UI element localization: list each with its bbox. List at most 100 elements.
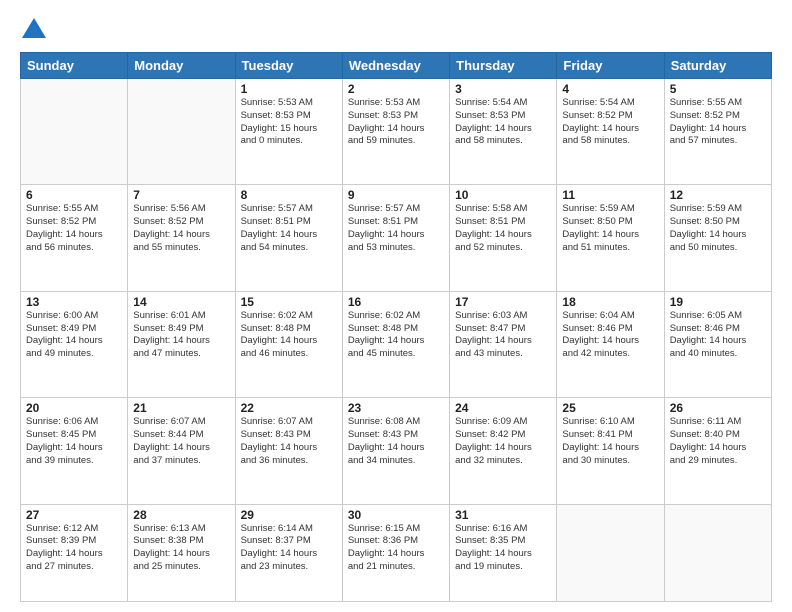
calendar-cell: 8Sunrise: 5:57 AM Sunset: 8:51 PM Daylig… (235, 185, 342, 291)
page: SundayMondayTuesdayWednesdayThursdayFrid… (0, 0, 792, 612)
day-info: Sunrise: 6:03 AM Sunset: 8:47 PM Dayligh… (455, 310, 551, 361)
day-info: Sunrise: 6:05 AM Sunset: 8:46 PM Dayligh… (670, 310, 766, 361)
weekday-header-saturday: Saturday (664, 53, 771, 79)
day-info: Sunrise: 6:02 AM Sunset: 8:48 PM Dayligh… (348, 310, 444, 361)
day-number: 24 (455, 401, 551, 415)
logo-icon (20, 16, 48, 44)
day-number: 8 (241, 188, 337, 202)
day-info: Sunrise: 6:10 AM Sunset: 8:41 PM Dayligh… (562, 416, 658, 467)
day-info: Sunrise: 5:56 AM Sunset: 8:52 PM Dayligh… (133, 203, 229, 254)
day-info: Sunrise: 6:16 AM Sunset: 8:35 PM Dayligh… (455, 523, 551, 574)
logo (20, 16, 52, 44)
day-number: 11 (562, 188, 658, 202)
day-number: 10 (455, 188, 551, 202)
day-info: Sunrise: 5:53 AM Sunset: 8:53 PM Dayligh… (348, 97, 444, 148)
day-number: 30 (348, 508, 444, 522)
day-info: Sunrise: 6:04 AM Sunset: 8:46 PM Dayligh… (562, 310, 658, 361)
calendar-cell: 16Sunrise: 6:02 AM Sunset: 8:48 PM Dayli… (342, 291, 449, 397)
day-info: Sunrise: 5:57 AM Sunset: 8:51 PM Dayligh… (348, 203, 444, 254)
weekday-header-friday: Friday (557, 53, 664, 79)
day-number: 23 (348, 401, 444, 415)
day-number: 2 (348, 82, 444, 96)
calendar-cell (664, 504, 771, 601)
calendar-cell: 29Sunrise: 6:14 AM Sunset: 8:37 PM Dayli… (235, 504, 342, 601)
day-info: Sunrise: 6:08 AM Sunset: 8:43 PM Dayligh… (348, 416, 444, 467)
day-info: Sunrise: 5:58 AM Sunset: 8:51 PM Dayligh… (455, 203, 551, 254)
day-info: Sunrise: 6:14 AM Sunset: 8:37 PM Dayligh… (241, 523, 337, 574)
calendar-cell: 10Sunrise: 5:58 AM Sunset: 8:51 PM Dayli… (450, 185, 557, 291)
calendar-cell: 9Sunrise: 5:57 AM Sunset: 8:51 PM Daylig… (342, 185, 449, 291)
day-number: 14 (133, 295, 229, 309)
calendar-cell: 7Sunrise: 5:56 AM Sunset: 8:52 PM Daylig… (128, 185, 235, 291)
calendar-cell: 14Sunrise: 6:01 AM Sunset: 8:49 PM Dayli… (128, 291, 235, 397)
day-info: Sunrise: 5:53 AM Sunset: 8:53 PM Dayligh… (241, 97, 337, 148)
weekday-header-row: SundayMondayTuesdayWednesdayThursdayFrid… (21, 53, 772, 79)
day-info: Sunrise: 5:54 AM Sunset: 8:52 PM Dayligh… (562, 97, 658, 148)
calendar-cell: 28Sunrise: 6:13 AM Sunset: 8:38 PM Dayli… (128, 504, 235, 601)
day-info: Sunrise: 6:09 AM Sunset: 8:42 PM Dayligh… (455, 416, 551, 467)
day-info: Sunrise: 5:57 AM Sunset: 8:51 PM Dayligh… (241, 203, 337, 254)
day-info: Sunrise: 6:06 AM Sunset: 8:45 PM Dayligh… (26, 416, 122, 467)
day-number: 15 (241, 295, 337, 309)
calendar-cell: 6Sunrise: 5:55 AM Sunset: 8:52 PM Daylig… (21, 185, 128, 291)
day-info: Sunrise: 6:15 AM Sunset: 8:36 PM Dayligh… (348, 523, 444, 574)
day-info: Sunrise: 5:55 AM Sunset: 8:52 PM Dayligh… (26, 203, 122, 254)
calendar-cell: 1Sunrise: 5:53 AM Sunset: 8:53 PM Daylig… (235, 79, 342, 185)
day-info: Sunrise: 6:12 AM Sunset: 8:39 PM Dayligh… (26, 523, 122, 574)
day-number: 20 (26, 401, 122, 415)
calendar-cell: 27Sunrise: 6:12 AM Sunset: 8:39 PM Dayli… (21, 504, 128, 601)
calendar-cell: 19Sunrise: 6:05 AM Sunset: 8:46 PM Dayli… (664, 291, 771, 397)
day-info: Sunrise: 6:07 AM Sunset: 8:43 PM Dayligh… (241, 416, 337, 467)
calendar-cell: 31Sunrise: 6:16 AM Sunset: 8:35 PM Dayli… (450, 504, 557, 601)
day-info: Sunrise: 6:13 AM Sunset: 8:38 PM Dayligh… (133, 523, 229, 574)
day-number: 16 (348, 295, 444, 309)
day-info: Sunrise: 6:00 AM Sunset: 8:49 PM Dayligh… (26, 310, 122, 361)
day-info: Sunrise: 5:55 AM Sunset: 8:52 PM Dayligh… (670, 97, 766, 148)
day-number: 25 (562, 401, 658, 415)
day-number: 1 (241, 82, 337, 96)
day-number: 22 (241, 401, 337, 415)
calendar-week-1: 1Sunrise: 5:53 AM Sunset: 8:53 PM Daylig… (21, 79, 772, 185)
calendar-week-3: 13Sunrise: 6:00 AM Sunset: 8:49 PM Dayli… (21, 291, 772, 397)
calendar-cell: 23Sunrise: 6:08 AM Sunset: 8:43 PM Dayli… (342, 398, 449, 504)
day-number: 17 (455, 295, 551, 309)
day-number: 7 (133, 188, 229, 202)
day-number: 18 (562, 295, 658, 309)
weekday-header-wednesday: Wednesday (342, 53, 449, 79)
calendar-week-5: 27Sunrise: 6:12 AM Sunset: 8:39 PM Dayli… (21, 504, 772, 601)
day-info: Sunrise: 6:02 AM Sunset: 8:48 PM Dayligh… (241, 310, 337, 361)
calendar-cell: 21Sunrise: 6:07 AM Sunset: 8:44 PM Dayli… (128, 398, 235, 504)
weekday-header-tuesday: Tuesday (235, 53, 342, 79)
day-number: 27 (26, 508, 122, 522)
header (20, 16, 772, 44)
calendar-week-4: 20Sunrise: 6:06 AM Sunset: 8:45 PM Dayli… (21, 398, 772, 504)
calendar-cell (21, 79, 128, 185)
day-info: Sunrise: 6:07 AM Sunset: 8:44 PM Dayligh… (133, 416, 229, 467)
calendar-cell: 13Sunrise: 6:00 AM Sunset: 8:49 PM Dayli… (21, 291, 128, 397)
calendar-cell: 17Sunrise: 6:03 AM Sunset: 8:47 PM Dayli… (450, 291, 557, 397)
day-info: Sunrise: 6:11 AM Sunset: 8:40 PM Dayligh… (670, 416, 766, 467)
day-number: 3 (455, 82, 551, 96)
calendar-cell: 22Sunrise: 6:07 AM Sunset: 8:43 PM Dayli… (235, 398, 342, 504)
calendar-cell: 2Sunrise: 5:53 AM Sunset: 8:53 PM Daylig… (342, 79, 449, 185)
calendar-cell: 25Sunrise: 6:10 AM Sunset: 8:41 PM Dayli… (557, 398, 664, 504)
calendar-cell (557, 504, 664, 601)
day-number: 29 (241, 508, 337, 522)
day-number: 9 (348, 188, 444, 202)
calendar-cell: 26Sunrise: 6:11 AM Sunset: 8:40 PM Dayli… (664, 398, 771, 504)
calendar-cell: 15Sunrise: 6:02 AM Sunset: 8:48 PM Dayli… (235, 291, 342, 397)
day-number: 6 (26, 188, 122, 202)
day-number: 19 (670, 295, 766, 309)
calendar-cell: 11Sunrise: 5:59 AM Sunset: 8:50 PM Dayli… (557, 185, 664, 291)
day-number: 12 (670, 188, 766, 202)
calendar-cell: 12Sunrise: 5:59 AM Sunset: 8:50 PM Dayli… (664, 185, 771, 291)
weekday-header-sunday: Sunday (21, 53, 128, 79)
weekday-header-monday: Monday (128, 53, 235, 79)
calendar-week-2: 6Sunrise: 5:55 AM Sunset: 8:52 PM Daylig… (21, 185, 772, 291)
calendar-cell: 5Sunrise: 5:55 AM Sunset: 8:52 PM Daylig… (664, 79, 771, 185)
day-info: Sunrise: 6:01 AM Sunset: 8:49 PM Dayligh… (133, 310, 229, 361)
calendar-cell (128, 79, 235, 185)
calendar-table: SundayMondayTuesdayWednesdayThursdayFrid… (20, 52, 772, 602)
calendar-cell: 30Sunrise: 6:15 AM Sunset: 8:36 PM Dayli… (342, 504, 449, 601)
day-number: 4 (562, 82, 658, 96)
